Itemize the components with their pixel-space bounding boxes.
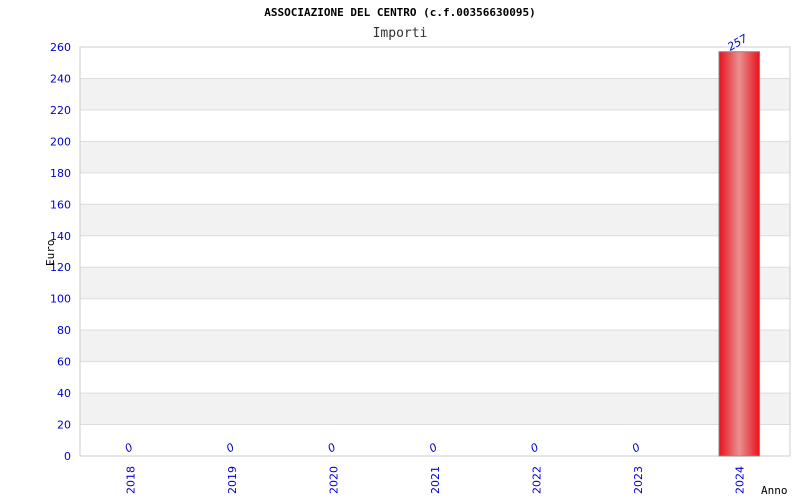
data-label: 0 — [123, 441, 136, 456]
y-tick-label: 0 — [64, 450, 71, 463]
grid-band — [80, 330, 790, 362]
y-tick-label: 80 — [57, 324, 71, 337]
x-axis-ticks: 2018 2019 2020 2021 2022 2023 2024 — [125, 466, 747, 494]
y-tick-label: 220 — [50, 104, 71, 117]
data-label: 0 — [528, 441, 541, 456]
y-tick-label: 200 — [50, 135, 71, 148]
bar — [718, 51, 761, 457]
grid-band — [80, 393, 790, 425]
chart-container: ASSOCIAZIONE DEL CENTRO (c.f.00356630095… — [0, 0, 800, 500]
y-tick-label: 260 — [50, 41, 71, 54]
y-tick-label: 240 — [50, 72, 71, 85]
data-label: 0 — [326, 441, 339, 456]
data-label: 0 — [224, 441, 237, 456]
data-label: 0 — [630, 441, 643, 456]
x-tick-label: 2024 — [733, 466, 746, 494]
y-tick-label: 60 — [57, 356, 71, 369]
y-tick-label: 40 — [57, 387, 71, 400]
x-tick-label: 2021 — [429, 466, 442, 494]
y-tick-label: 20 — [57, 419, 71, 432]
bar-chart: 020406080100120140160180200220240260 201… — [44, 32, 791, 497]
grid-band — [80, 141, 790, 173]
grid-band — [80, 78, 790, 110]
x-tick-label: 2020 — [328, 466, 341, 494]
data-label: 257 — [725, 32, 750, 54]
y-tick-label: 160 — [50, 198, 71, 211]
y-tick-label: 100 — [50, 293, 71, 306]
bars — [718, 51, 761, 457]
x-tick-label: 2018 — [125, 466, 138, 494]
grid-bands — [80, 78, 790, 425]
x-tick-label: 2022 — [530, 466, 543, 494]
grid-band — [80, 204, 790, 236]
x-tick-label: 2023 — [632, 466, 645, 494]
grid-band — [80, 267, 790, 299]
y-tick-label: 180 — [50, 167, 71, 180]
y-axis-label: Euro — [44, 240, 57, 267]
x-axis-label: Anno — [761, 484, 788, 497]
data-label: 0 — [427, 441, 440, 456]
x-tick-label: 2019 — [226, 466, 239, 494]
